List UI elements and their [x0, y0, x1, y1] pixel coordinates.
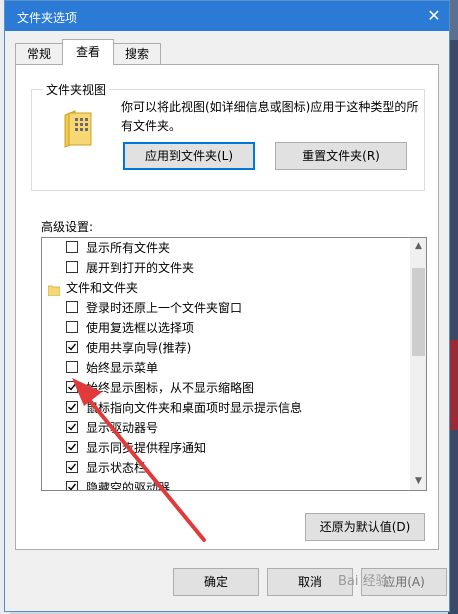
- scrollbar-thumb[interactable]: [412, 268, 425, 356]
- setting-label: 显示同步提供程序通知: [86, 441, 207, 455]
- window-title: 文件夹选项: [17, 11, 78, 25]
- setting-label: 使用共享向导(推荐): [86, 341, 192, 355]
- setting-label: 鼠标指向文件夹和桌面项时显示提示信息: [86, 401, 303, 415]
- scroll-up-arrow-icon[interactable]: ▲: [410, 238, 426, 255]
- tab-general[interactable]: 常规: [15, 43, 63, 64]
- scroll-down-arrow-icon[interactable]: ▼: [410, 473, 426, 490]
- checkbox[interactable]: [66, 361, 78, 373]
- checkbox[interactable]: [66, 301, 78, 313]
- setting-label: 始终显示图标，从不显示缩略图: [86, 381, 255, 395]
- checkbox-checked[interactable]: [66, 481, 78, 490]
- vertical-scrollbar[interactable]: ▲ ▼: [410, 238, 426, 490]
- apply-to-folders-button[interactable]: 应用到文件夹(L): [123, 142, 255, 170]
- checkbox-checked[interactable]: [66, 341, 78, 353]
- category-label: 文件和文件夹: [66, 281, 139, 295]
- setting-always-show-menus[interactable]: 始终显示菜单: [42, 358, 408, 378]
- setting-hide-empty-drives[interactable]: 隐藏空的驱动器: [42, 478, 408, 491]
- setting-label: 展开到打开的文件夹: [86, 261, 195, 275]
- setting-label: 隐藏空的驱动器: [86, 481, 171, 491]
- setting-show-sync-notifications[interactable]: 显示同步提供程序通知: [42, 438, 408, 458]
- advanced-settings-label: 高级设置:: [41, 220, 94, 234]
- restore-defaults-button[interactable]: 还原为默认值(D): [305, 513, 425, 541]
- ok-button[interactable]: 确定: [173, 568, 259, 596]
- setting-label: 登录时还原上一个文件夹窗口: [86, 301, 243, 315]
- folder-options-dialog: 文件夹选项 ✕ 常规 查看 搜索 文件夹视图 你可以将此视图(如详细信息或图标)…: [4, 0, 450, 612]
- setting-label: 显示驱动器号: [86, 421, 159, 435]
- folder-view-description: 你可以将此视图(如详细信息或图标)应用于这种类型的所有文件夹。: [121, 100, 419, 133]
- title-bar: 文件夹选项 ✕: [5, 1, 449, 31]
- checkbox-checked[interactable]: [66, 461, 78, 473]
- close-button[interactable]: ✕: [419, 1, 449, 31]
- close-icon: ✕: [427, 6, 441, 25]
- checkbox[interactable]: [66, 321, 78, 333]
- folder-view-group-title: 文件夹视图: [43, 81, 110, 98]
- checkbox-checked[interactable]: [66, 381, 78, 393]
- checkbox-checked[interactable]: [66, 401, 78, 413]
- setting-label: 显示所有文件夹: [86, 241, 171, 255]
- setting-use-sharing-wizard[interactable]: 使用共享向导(推荐): [42, 338, 408, 358]
- setting-use-checkboxes[interactable]: 使用复选框以选择项: [42, 318, 408, 338]
- setting-label: 始终显示菜单: [86, 361, 159, 375]
- setting-expand-to-open-folder[interactable]: 展开到打开的文件夹: [42, 258, 408, 278]
- checkbox[interactable]: [66, 241, 78, 253]
- setting-show-all-folders[interactable]: 显示所有文件夹: [42, 238, 408, 258]
- setting-always-show-icons[interactable]: 始终显示图标，从不显示缩略图: [42, 378, 408, 398]
- setting-label: 使用复选框以选择项: [86, 321, 195, 335]
- tab-search[interactable]: 搜索: [113, 43, 161, 64]
- category-files-and-folders: 文件和文件夹: [42, 278, 408, 298]
- setting-label: 显示状态栏: [86, 461, 147, 475]
- setting-restore-windows-at-logon[interactable]: 登录时还原上一个文件夹窗口: [42, 298, 408, 318]
- folder-view-icon: [63, 109, 93, 149]
- tab-view[interactable]: 查看: [62, 39, 114, 65]
- checkbox-checked[interactable]: [66, 421, 78, 433]
- advanced-settings-list[interactable]: 显示所有文件夹 展开到打开的文件夹 文件和文件夹 登录时还原上一个文件夹窗口 使…: [41, 237, 427, 491]
- setting-show-drive-letters[interactable]: 显示驱动器号: [42, 418, 408, 438]
- setting-show-popup-descriptions[interactable]: 鼠标指向文件夹和桌面项时显示提示信息: [42, 398, 408, 418]
- reset-folders-button[interactable]: 重置文件夹(R): [275, 142, 407, 170]
- checkbox[interactable]: [66, 261, 78, 273]
- checkbox-checked[interactable]: [66, 441, 78, 453]
- setting-show-status-bar[interactable]: 显示状态栏: [42, 458, 408, 478]
- baidu-watermark: Bai 经验: [338, 574, 389, 589]
